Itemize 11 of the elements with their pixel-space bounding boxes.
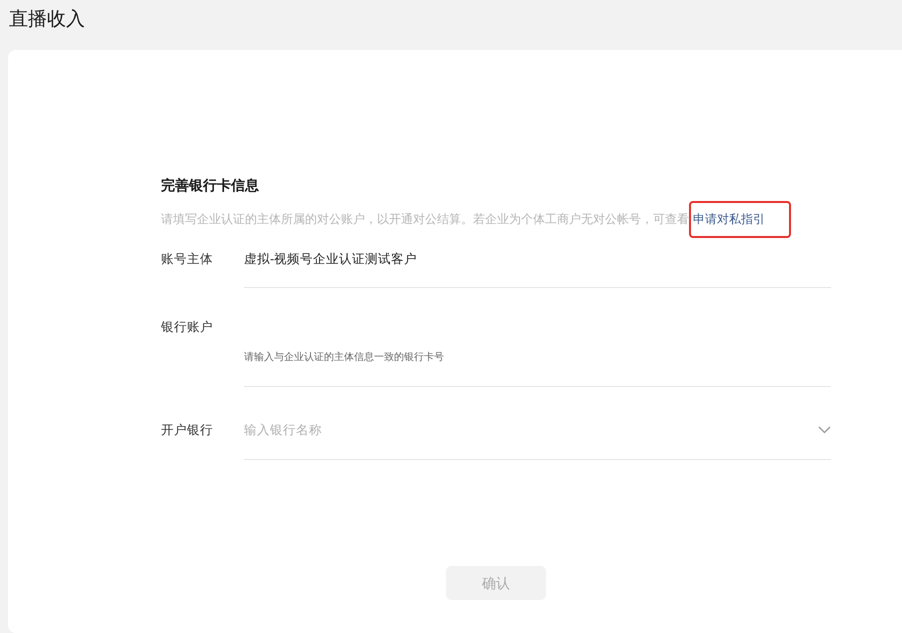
field-label: 银行账户 <box>161 318 214 336</box>
guide-link[interactable]: 申请对私指引 <box>689 201 791 238</box>
field-value: 虚拟-视频号企业认证测试客户 <box>244 251 418 268</box>
bank-select[interactable]: 输入银行名称 <box>244 420 831 440</box>
field-hint: 请输入与企业认证的主体信息一致的银行卡号 <box>244 350 444 365</box>
field-label: 账号主体 <box>161 251 214 268</box>
field-label: 开户银行 <box>161 422 214 438</box>
section-heading: 完善银行卡信息 <box>161 176 260 195</box>
chevron-down-icon <box>818 426 831 434</box>
description-text: 请填写企业认证的主体所属的对公账户，以开通对公结算。若企业为个体工商户无对公帐号，可查看 <box>161 212 689 226</box>
page-title: 直播收入 <box>8 8 85 32</box>
